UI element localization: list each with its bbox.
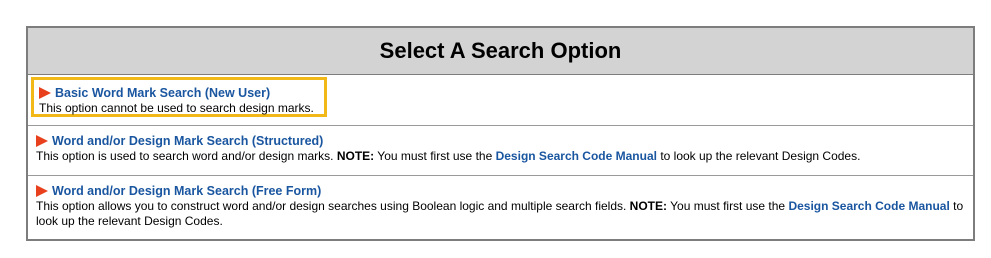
- note-label: NOTE:: [336, 149, 375, 163]
- option-free-form-search: Word and/or Design Mark Search (Free For…: [28, 175, 973, 239]
- design-search-code-manual-link[interactable]: Design Search Code Manual: [788, 199, 949, 213]
- highlight-box: Basic Word Mark Search (New User) This o…: [31, 77, 327, 117]
- option-description: This option cannot be used to search des…: [39, 101, 314, 115]
- note-text-before: You must first use the: [670, 199, 786, 213]
- note-text-after: to look up the relevant Design Codes.: [660, 149, 861, 163]
- option-title-line: Word and/or Design Mark Search (Structur…: [36, 134, 965, 149]
- structured-search-link[interactable]: Word and/or Design Mark Search (Structur…: [52, 134, 323, 149]
- basic-word-mark-search-link[interactable]: Basic Word Mark Search (New User): [55, 86, 270, 101]
- red-flag-icon: [36, 184, 48, 197]
- note-label: NOTE:: [629, 199, 668, 213]
- note-text-before: You must first use the: [377, 149, 493, 163]
- search-options-panel: Select A Search Option Basic Word Mark S…: [26, 26, 975, 241]
- option-description: This option allows you to construct word…: [36, 199, 965, 229]
- red-flag-icon: [36, 134, 48, 147]
- red-flag-icon: [39, 86, 51, 99]
- free-form-search-link[interactable]: Word and/or Design Mark Search (Free For…: [52, 184, 321, 199]
- description-text: This option allows you to construct word…: [36, 199, 627, 213]
- option-title-line: Word and/or Design Mark Search (Free For…: [36, 184, 965, 199]
- option-description: This option is used to search word and/o…: [36, 149, 965, 164]
- panel-header: Select A Search Option: [28, 28, 973, 75]
- design-search-code-manual-link[interactable]: Design Search Code Manual: [496, 149, 657, 163]
- panel-title: Select A Search Option: [379, 38, 622, 63]
- option-structured-search: Word and/or Design Mark Search (Structur…: [28, 125, 973, 175]
- description-text: This option is used to search word and/o…: [36, 149, 334, 163]
- option-basic-word-mark: Basic Word Mark Search (New User) This o…: [28, 75, 973, 125]
- option-title-line: Basic Word Mark Search (New User): [39, 86, 319, 101]
